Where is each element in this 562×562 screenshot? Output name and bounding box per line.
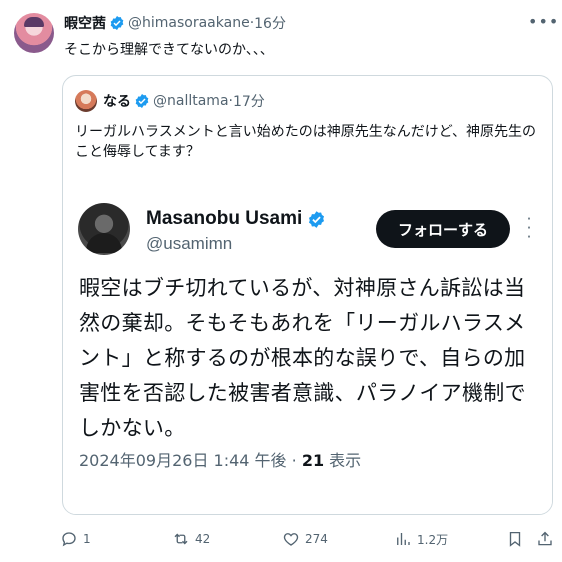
views-count-action: 1.2万	[417, 532, 449, 547]
screenshot-header: Masanobu Usami	[146, 207, 326, 231]
reply-icon	[62, 532, 76, 547]
author-avatar[interactable]	[14, 13, 54, 53]
quote-header: なる @nalltama · 17分	[103, 91, 265, 111]
verified-badge-icon	[309, 210, 325, 228]
quote-author-name: なる	[103, 94, 131, 110]
author-handle[interactable]: @himasoraakane	[128, 15, 250, 31]
embedded-tweet-image[interactable]: Masanobu Usami @usamimn フォローする · · · 暇空はブチ…	[64, 179, 552, 514]
verified-badge-icon	[135, 94, 149, 108]
like-button[interactable]: 274	[282, 526, 328, 552]
retweet-icon	[174, 533, 188, 545]
views-count: 21	[301, 451, 325, 470]
screenshot-timestamp: 2024年09月26日 1:44 午後 · 21 表示	[79, 447, 361, 471]
action-bar: 1 42 274 1.2万	[60, 526, 554, 552]
more-vertical-icon: · · ·	[526, 210, 532, 246]
screenshot-author-handle: @usamimn	[146, 234, 233, 253]
like-icon	[283, 533, 299, 546]
screenshot-author-avatar	[78, 203, 130, 255]
share-button[interactable]	[536, 526, 559, 552]
share-icon	[538, 531, 552, 546]
retweet-button[interactable]: 42	[172, 526, 210, 552]
tweet-header: 暇空茜 @himasoraakane · 16分	[64, 13, 286, 33]
views-label: 表示	[324, 451, 362, 470]
more-icon[interactable]: •••	[528, 12, 558, 32]
screenshot-author-name: Masanobu Usami	[146, 208, 303, 229]
quote-text: リーガルハラスメントと言い始めたのは神原先生なんだけど、神原先生のこと侮辱してま…	[75, 124, 537, 160]
bookmark-icon	[509, 531, 521, 547]
quote-tweet-card[interactable]: なる @nalltama · 17分 リーガルハラスメントと言い始めたのは神原先…	[62, 75, 553, 515]
retweet-count: 42	[195, 532, 211, 546]
tweet-time[interactable]: 16分	[254, 13, 286, 33]
reply-button[interactable]: 1	[60, 526, 91, 552]
author-name[interactable]: 暇空茜	[64, 13, 106, 33]
follow-button: フォローする	[376, 210, 510, 248]
bookmark-button[interactable]	[506, 526, 529, 552]
screenshot-body-text: 暇空はブチ切れているが、対神原さん訴訟は当然の棄却。そもそもあれを「リーガルハラ…	[79, 276, 526, 440]
like-count: 274	[305, 532, 328, 546]
quote-author-avatar	[75, 90, 97, 112]
views-icon	[397, 533, 410, 545]
verified-badge-icon	[110, 16, 124, 30]
tweet-text: そこから理解できてないのか、、、	[64, 42, 274, 58]
quote-author-handle: @nalltama	[153, 93, 229, 109]
quote-time: 17分	[232, 94, 265, 110]
views-button[interactable]: 1.2万	[394, 526, 448, 552]
timestamp-text: 2024年09月26日 1:44 午後 ·	[79, 451, 302, 470]
reply-count: 1	[83, 532, 91, 546]
